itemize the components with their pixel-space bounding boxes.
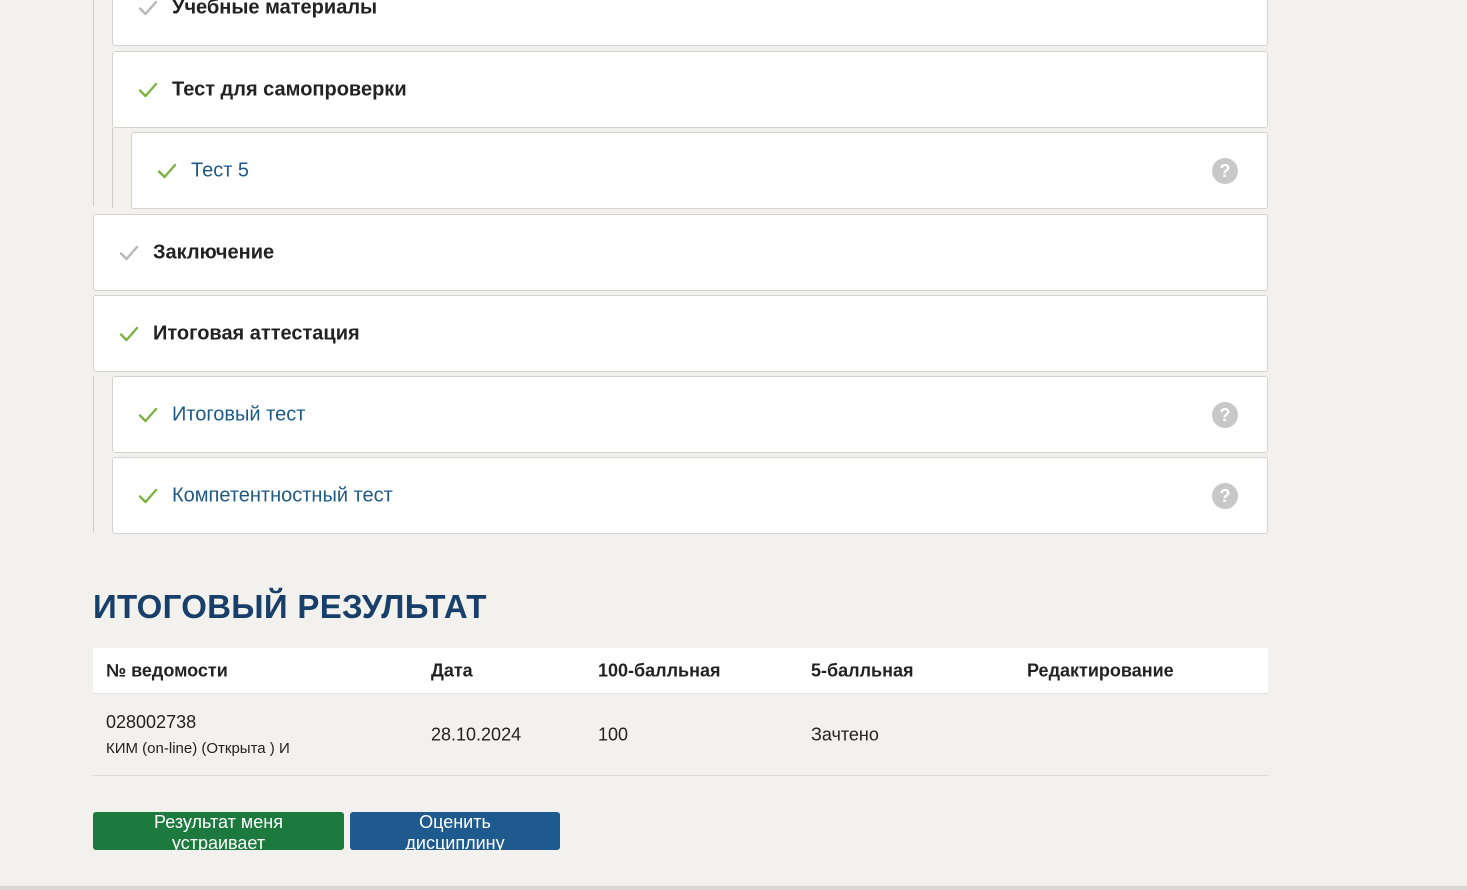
sheet-type: КИМ (on-line) (Открыта ) И [106,740,290,757]
column-header: 100-балльная [598,660,721,680]
check-icon [138,488,158,503]
tree-line [93,376,94,532]
course-item-link[interactable]: Компетентностный тест [172,484,393,507]
course-item-label: Итоговая аттестация [153,322,360,344]
course-item-section[interactable]: Заключение [93,214,1268,291]
result-table: № ведомости Дата 100-балльная 5-балльная… [93,648,1268,776]
check-icon [138,407,158,422]
column-header: № ведомости [106,660,228,680]
table-row: 028002738 КИМ (on-line) (Открыта ) И 28.… [93,694,1268,776]
course-item-link[interactable]: Тест 5 [191,159,249,182]
course-item-label: Тест для самопроверки [172,78,407,100]
check-icon [119,245,139,260]
check-icon [138,82,158,97]
column-header: Дата [431,660,473,680]
accept-result-button[interactable]: Результат меня устраивает [93,812,344,853]
course-item-label: Заключение [153,241,275,263]
table-header-row: № ведомости Дата 100-балльная 5-балльная… [93,648,1268,694]
course-item-section[interactable]: Учебные материалы [112,0,1268,46]
question-icon[interactable]: ? [1212,401,1238,428]
score-5: Зачтено [811,724,879,744]
tree-line [112,128,113,208]
course-item-link[interactable]: Итоговый тест [172,403,305,426]
result-date: 28.10.2024 [431,724,522,744]
course-item-label: Учебные материалы [172,0,378,19]
question-icon[interactable]: ? [1212,157,1238,184]
check-icon [138,0,158,16]
column-header: Редактирование [1027,660,1174,680]
sheet-number: 028002738 [106,712,197,732]
page-bottom-border [0,886,1467,890]
result-heading: ИТОГОВЫЙ РЕЗУЛЬТАТ [93,588,487,625]
course-item-section[interactable]: Тест для самопроверки [112,51,1268,128]
tree-line [93,0,94,206]
course-item-activity[interactable]: Компетентностный тест ? [112,457,1268,534]
course-item-activity[interactable]: Итоговый тест ? [112,376,1268,453]
question-icon[interactable]: ? [1212,482,1238,509]
rate-discipline-button[interactable]: Оценить дисциплину [350,812,560,853]
check-icon [119,326,139,341]
course-item-activity[interactable]: Тест 5 ? [131,132,1268,209]
column-header: 5-балльная [811,660,914,680]
course-item-section[interactable]: Итоговая аттестация [93,295,1268,372]
check-icon [157,163,177,178]
score-100: 100 [598,724,629,744]
